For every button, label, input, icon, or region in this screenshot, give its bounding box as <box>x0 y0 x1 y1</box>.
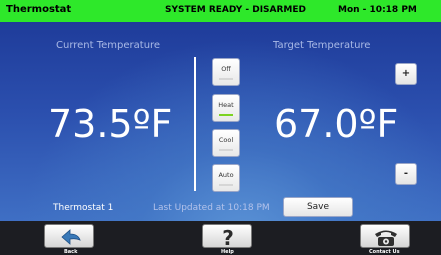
help-button[interactable]: ? <box>202 224 252 249</box>
divider <box>194 57 196 191</box>
mode-off-indicator <box>219 78 233 80</box>
target-temperature-value: 67.0ºF <box>274 102 399 146</box>
mode-off-label: Off <box>221 65 231 73</box>
back-label: Back <box>64 249 78 255</box>
save-button[interactable]: Save <box>283 197 353 217</box>
footer-nav: ? Back Help Contact Us <box>0 221 441 255</box>
current-temperature-label: Current Temperature <box>56 40 161 51</box>
thermostat-panel: Current Temperature Target Temperature 7… <box>0 22 441 221</box>
mode-cool-indicator <box>219 149 233 151</box>
mode-heat-indicator <box>219 114 233 116</box>
target-temperature-label: Target Temperature <box>273 40 371 51</box>
decrease-temperature-button[interactable]: - <box>395 163 417 185</box>
status-bar: Thermostat SYSTEM READY - DISARMED Mon -… <box>0 0 441 22</box>
contact-button[interactable] <box>360 224 410 248</box>
mode-off-button[interactable]: Off <box>212 58 240 86</box>
system-status: SYSTEM READY - DISARMED <box>165 5 307 15</box>
datetime: Mon - 10:18 PM <box>338 5 417 15</box>
thermostat-name: Thermostat 1 <box>53 203 114 213</box>
back-button[interactable] <box>44 224 94 248</box>
current-temperature-value: 73.5ºF <box>48 102 173 146</box>
mode-heat-button[interactable]: Heat <box>212 94 240 122</box>
svg-text:?: ? <box>222 226 234 249</box>
mode-auto-label: Auto <box>218 171 234 179</box>
mode-auto-indicator <box>219 184 233 186</box>
thermostat-screen: Thermostat SYSTEM READY - DISARMED Mon -… <box>0 0 441 255</box>
mode-auto-button[interactable]: Auto <box>212 164 240 192</box>
app-title: Thermostat <box>6 4 72 15</box>
mode-cool-label: Cool <box>218 136 234 144</box>
increase-temperature-button[interactable]: + <box>395 63 417 85</box>
last-updated-text: Last Updated at 10:18 PM <box>153 203 270 213</box>
telephone-icon <box>375 230 397 246</box>
question-mark-icon: ? <box>222 226 234 249</box>
back-arrow-icon <box>61 229 81 245</box>
mode-heat-label: Heat <box>218 101 234 109</box>
mode-cool-button[interactable]: Cool <box>212 129 240 157</box>
contact-label: Contact Us <box>369 249 400 255</box>
help-label: Help <box>221 249 234 255</box>
